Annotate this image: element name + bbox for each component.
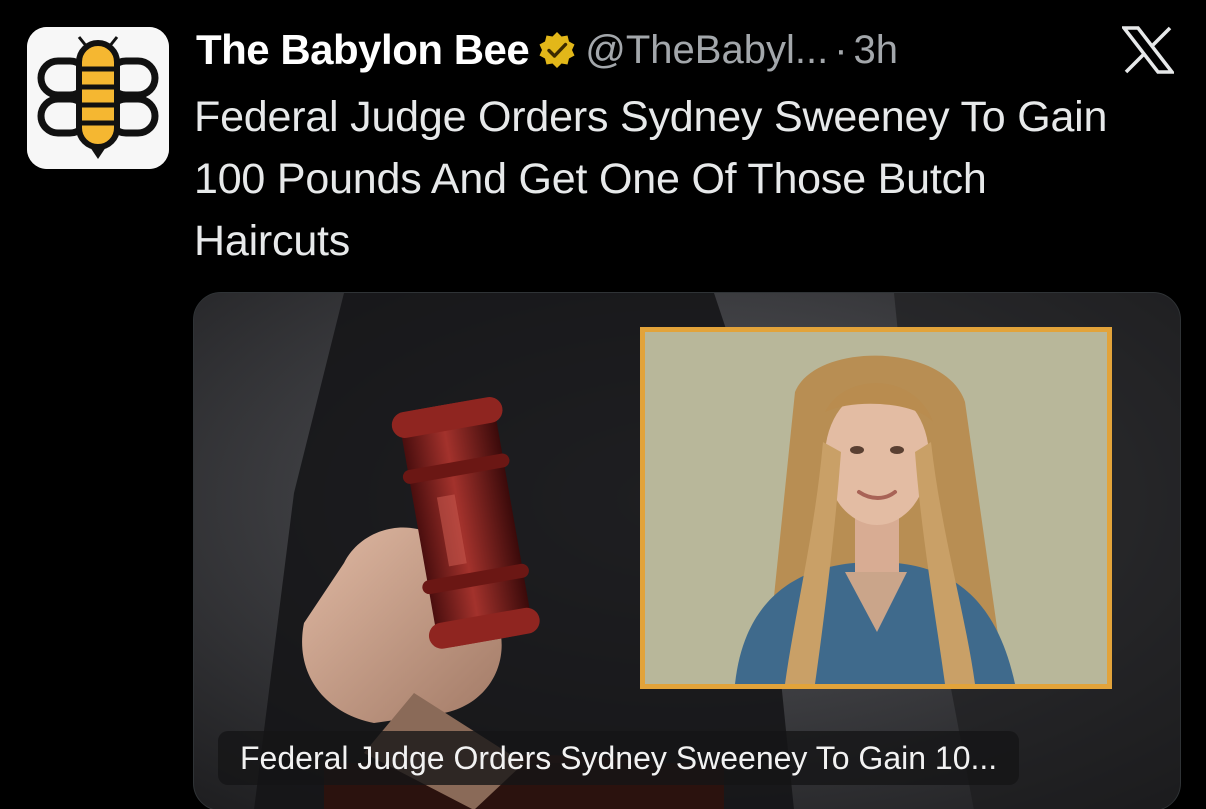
post-timestamp[interactable]: 3h <box>854 28 899 73</box>
post-header: The Babylon Bee @TheBabyl... · 3h <box>196 22 898 78</box>
sydney-sweeney-photo <box>640 327 1112 689</box>
author-display-name[interactable]: The Babylon Bee <box>196 26 530 74</box>
babylon-bee-logo-icon <box>27 27 169 169</box>
separator-dot: · <box>834 27 848 72</box>
post[interactable]: The Babylon Bee @TheBabyl... · 3h Federa… <box>0 0 1206 809</box>
media-card[interactable]: Federal Judge Orders Sydney Sweeney To G… <box>193 292 1181 809</box>
post-text: Federal Judge Orders Sydney Sweeney To G… <box>194 93 1108 265</box>
media-caption[interactable]: Federal Judge Orders Sydney Sweeney To G… <box>218 731 1020 785</box>
x-logo-icon[interactable] <box>1122 26 1174 74</box>
verified-badge-icon[interactable] <box>537 30 577 70</box>
avatar[interactable] <box>27 27 169 169</box>
portrait-image <box>645 332 1107 684</box>
author-handle[interactable]: @TheBabyl... <box>585 28 828 73</box>
